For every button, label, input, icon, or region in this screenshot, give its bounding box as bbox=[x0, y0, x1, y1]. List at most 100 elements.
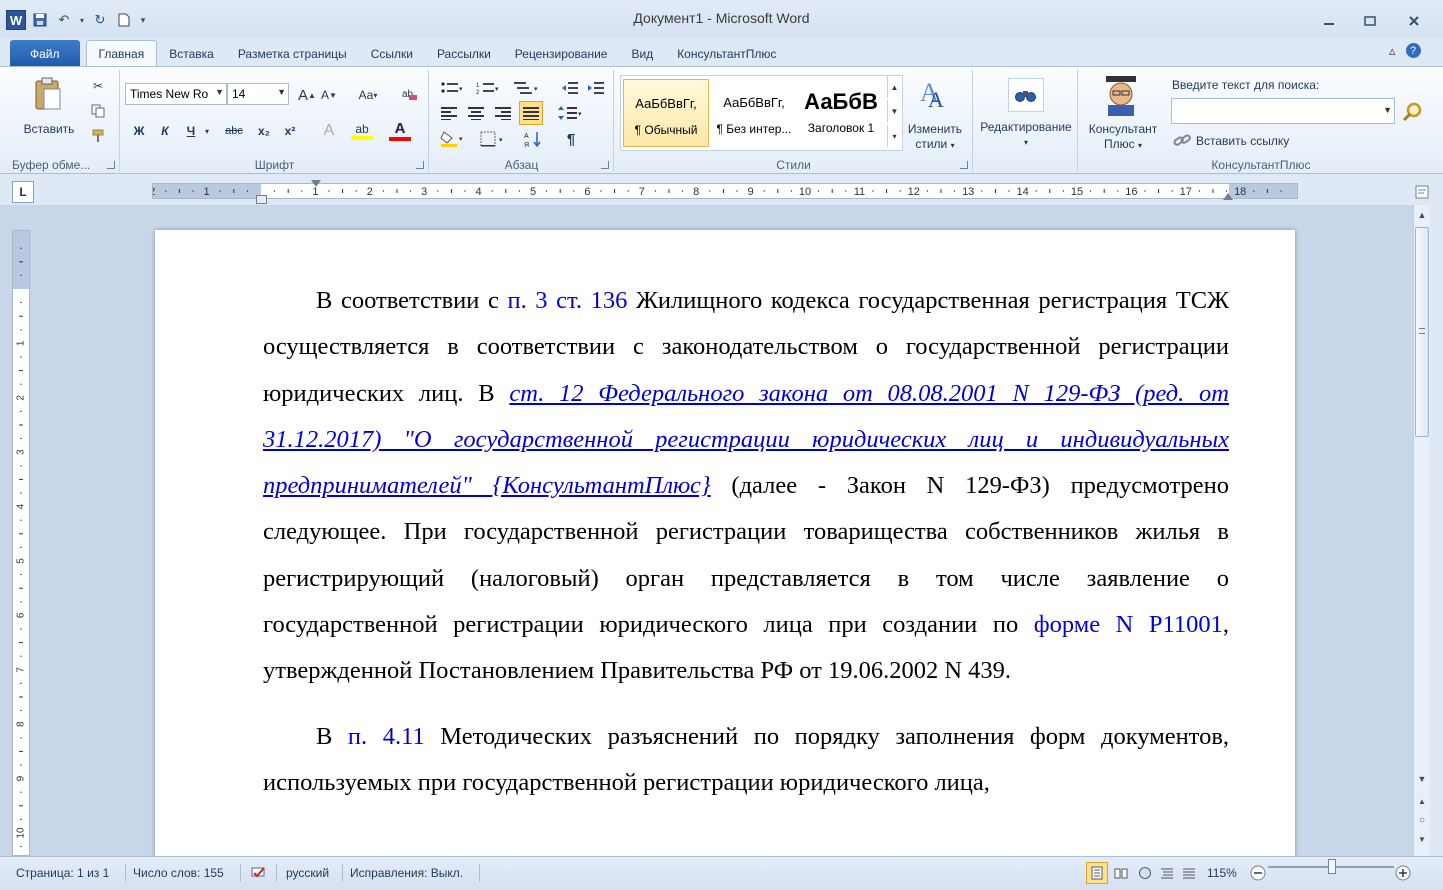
browse-object-icon[interactable]: ○ bbox=[1414, 812, 1430, 828]
close-icon[interactable] bbox=[1401, 12, 1427, 30]
underline-dropdown-icon[interactable]: ▾ bbox=[201, 120, 213, 142]
text-effects-icon[interactable]: A bbox=[317, 120, 341, 142]
numbering-icon[interactable]: 1 2 ▾ bbox=[474, 78, 502, 98]
editing-label[interactable]: Редактирование ▾ bbox=[974, 120, 1078, 150]
status-page[interactable]: Страница: 1 из 1 bbox=[16, 862, 109, 884]
change-case-icon[interactable]: Aa ▾ bbox=[353, 85, 383, 105]
previous-page-icon[interactable]: ▲ bbox=[1414, 793, 1430, 809]
style-heading-1[interactable]: АаБбВ Заголовок 1 bbox=[799, 79, 883, 147]
status-track-changes[interactable]: Исправления: Выкл. bbox=[350, 862, 463, 884]
zoom-slider-thumb[interactable] bbox=[1328, 859, 1336, 874]
tab-mailings[interactable]: Рассылки bbox=[425, 40, 503, 67]
font-color-button[interactable]: A bbox=[385, 118, 415, 144]
align-center-icon[interactable] bbox=[465, 102, 487, 124]
underline-button[interactable]: Ч bbox=[181, 120, 201, 142]
status-word-count[interactable]: Число слов: 155 bbox=[133, 862, 224, 884]
scroll-up-icon[interactable]: ▲ bbox=[1414, 207, 1430, 223]
minimize-icon[interactable] bbox=[1316, 12, 1342, 30]
strikethrough-button[interactable]: abc bbox=[221, 120, 247, 142]
consultant-plus-label[interactable]: Консультант Плюс ▾ bbox=[1079, 122, 1167, 153]
shading-icon[interactable]: ▾ bbox=[438, 128, 468, 150]
tab-consultant-plus[interactable]: КонсультантПлюс bbox=[665, 40, 788, 67]
link-chain-icon[interactable] bbox=[1172, 132, 1192, 150]
grow-font-icon[interactable]: A ▲ bbox=[297, 85, 317, 105]
binoculars-icon[interactable] bbox=[1008, 78, 1044, 112]
decrease-indent-icon[interactable] bbox=[560, 78, 580, 98]
cut-icon[interactable]: ✂ bbox=[90, 78, 106, 94]
right-indent-marker[interactable] bbox=[1223, 193, 1233, 200]
horizontal-ruler[interactable]: 21123456789101112131415161718 bbox=[152, 183, 1298, 199]
link-p4-11[interactable]: п. 4.11 bbox=[348, 723, 425, 750]
document-body[interactable]: В соответствии с п. 3 ст. 136 Жилищного … bbox=[263, 278, 1229, 825]
scroll-down-icon[interactable]: ▼ bbox=[1414, 771, 1430, 787]
tab-selector-button[interactable]: L bbox=[12, 181, 34, 203]
outline-view-icon[interactable] bbox=[1157, 862, 1177, 884]
consultant-plus-icon[interactable] bbox=[1101, 74, 1141, 116]
highlight-color-button[interactable]: ab bbox=[347, 118, 377, 144]
increase-indent-icon[interactable] bbox=[586, 78, 606, 98]
zoom-level[interactable]: 115% bbox=[1207, 862, 1237, 884]
web-layout-view-icon[interactable] bbox=[1135, 862, 1155, 884]
superscript-button[interactable]: x² bbox=[279, 120, 301, 142]
draft-view-icon[interactable] bbox=[1179, 862, 1199, 884]
full-screen-reading-view-icon[interactable] bbox=[1111, 862, 1131, 884]
format-painter-icon[interactable] bbox=[90, 128, 106, 144]
styles-scroll-down-icon[interactable]: ▼ bbox=[887, 100, 901, 122]
style-no-spacing[interactable]: АаБбВвГг, ¶ Без интер... bbox=[711, 79, 797, 147]
font-launcher-icon[interactable] bbox=[416, 161, 424, 169]
first-line-indent-marker[interactable] bbox=[311, 180, 321, 187]
subscript-button[interactable]: x₂ bbox=[253, 120, 275, 142]
restore-icon[interactable] bbox=[1357, 12, 1383, 30]
style-normal[interactable]: АаБбВвГг, ¶ Обычный bbox=[623, 79, 709, 147]
clipboard-launcher-icon[interactable] bbox=[107, 161, 115, 169]
zoom-out-icon[interactable] bbox=[1249, 862, 1267, 884]
line-spacing-icon[interactable]: ▾ bbox=[556, 102, 586, 124]
print-layout-view-icon[interactable] bbox=[1086, 862, 1108, 884]
tab-file[interactable]: Файл bbox=[10, 40, 80, 67]
insert-link-button[interactable]: Вставить ссылку bbox=[1196, 134, 1289, 148]
tab-insert[interactable]: Вставка bbox=[157, 40, 226, 67]
align-right-icon[interactable] bbox=[492, 102, 514, 124]
vertical-ruler[interactable]: 1 2 3 4 5 6 7 8 9 10 bbox=[12, 230, 30, 856]
align-left-icon[interactable] bbox=[438, 102, 460, 124]
status-language[interactable]: русский bbox=[286, 862, 329, 884]
styles-launcher-icon[interactable] bbox=[960, 161, 968, 169]
vertical-scrollbar[interactable]: ▲ ▼ ▲ ○ ▼ bbox=[1413, 205, 1430, 856]
tab-view[interactable]: Вид bbox=[619, 40, 665, 67]
paste-label[interactable]: Вставить bbox=[18, 122, 80, 137]
proofing-icon[interactable] bbox=[248, 862, 270, 884]
view-ruler-icon[interactable] bbox=[1413, 181, 1430, 203]
copy-icon[interactable] bbox=[90, 103, 106, 119]
ribbon-minimize-icon[interactable]: ▵ bbox=[1389, 43, 1396, 59]
justify-button[interactable] bbox=[519, 101, 543, 125]
help-icon[interactable]: ? bbox=[1405, 43, 1421, 58]
shrink-font-icon[interactable]: A ▼ bbox=[319, 85, 339, 105]
borders-icon[interactable]: ▾ bbox=[478, 128, 508, 150]
bullets-icon[interactable]: ▾ bbox=[438, 78, 466, 98]
styles-scroll-up-icon[interactable]: ▲ bbox=[887, 76, 901, 98]
document-page[interactable]: В соответствии с п. 3 ст. 136 Жилищного … bbox=[155, 230, 1295, 856]
link-form-r11001[interactable]: форме N Р11001 bbox=[1034, 611, 1223, 638]
tab-review[interactable]: Рецензирование bbox=[503, 40, 620, 67]
change-styles-label[interactable]: Изменить стили ▾ bbox=[905, 122, 965, 153]
consultant-search-input[interactable]: ▼ bbox=[1171, 98, 1395, 124]
italic-button[interactable]: К bbox=[155, 120, 175, 142]
show-formatting-icon[interactable]: ¶ bbox=[560, 128, 582, 150]
tab-references[interactable]: Ссылки bbox=[359, 40, 425, 67]
multilevel-list-icon[interactable]: ▾ bbox=[510, 78, 542, 98]
font-size-combo[interactable]: 14 ▼ bbox=[227, 83, 289, 105]
clear-formatting-icon[interactable]: ab bbox=[399, 83, 421, 105]
font-name-combo[interactable]: Times New Ro ▼ bbox=[125, 83, 227, 105]
search-icon[interactable] bbox=[1401, 100, 1425, 124]
next-page-icon[interactable]: ▼ bbox=[1414, 831, 1430, 847]
sort-icon[interactable]: АЯ bbox=[522, 128, 544, 150]
tab-page-layout[interactable]: Разметка страницы bbox=[226, 40, 359, 67]
paragraph-launcher-icon[interactable] bbox=[601, 161, 609, 169]
left-indent-marker[interactable] bbox=[256, 195, 267, 204]
bold-button[interactable]: Ж bbox=[129, 120, 149, 142]
styles-more-icon[interactable]: ▾ bbox=[887, 125, 901, 147]
change-styles-icon[interactable]: AA bbox=[917, 76, 951, 112]
tab-home[interactable]: Главная bbox=[85, 40, 158, 67]
zoom-in-icon[interactable] bbox=[1394, 862, 1412, 884]
paste-icon[interactable] bbox=[30, 76, 66, 112]
